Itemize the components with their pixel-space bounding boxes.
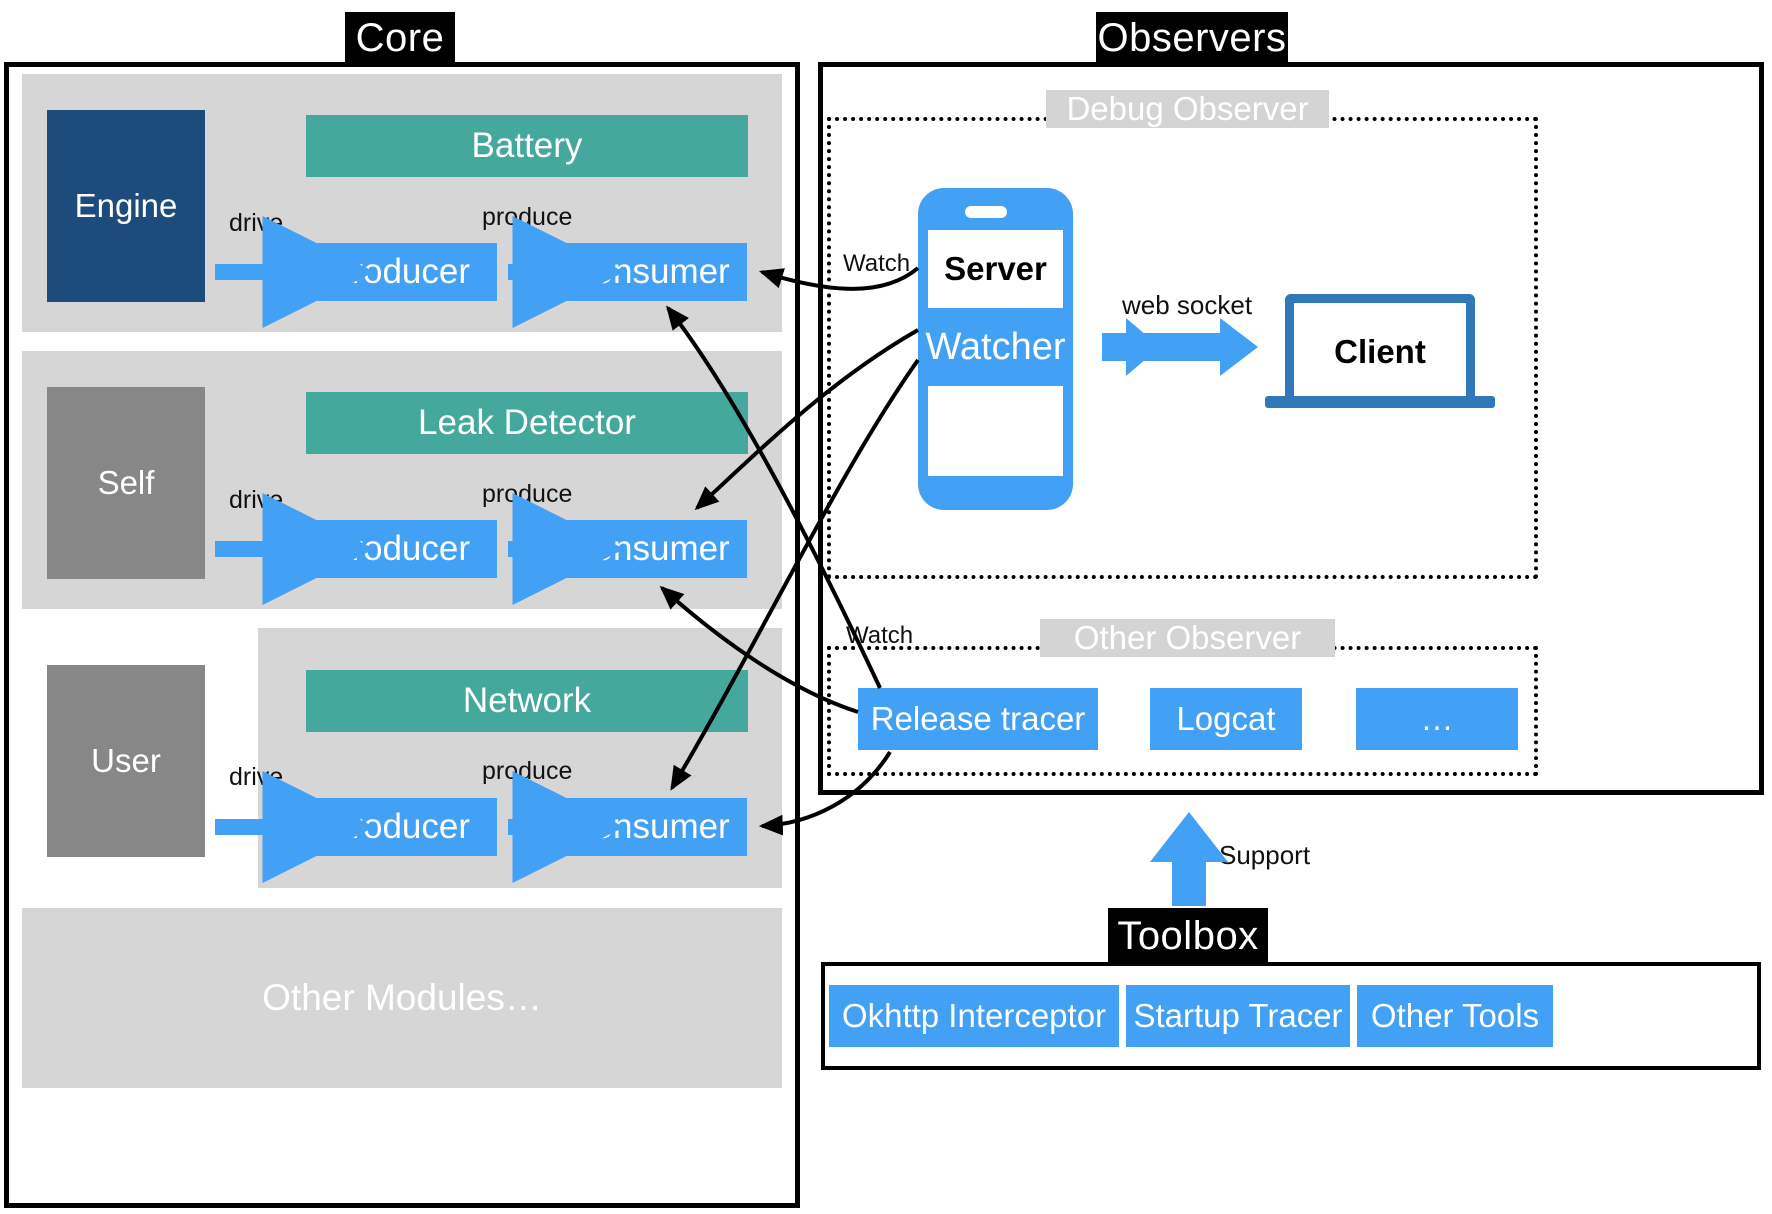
watch-label-bottom: Watch	[846, 622, 914, 649]
other-observer-item-logcat[interactable]: Logcat	[1150, 688, 1302, 750]
other-observer-tag-label: Other Observer	[1073, 619, 1302, 656]
client-label: Client	[1334, 332, 1426, 370]
drive-label-network: drive	[229, 763, 284, 791]
actor-self-label: Self	[97, 464, 155, 501]
other-observer-item-more[interactable]: …	[1356, 688, 1518, 750]
laptop-screen: Client	[1285, 294, 1475, 400]
producer-network: Producer	[301, 798, 497, 856]
producer-battery-label: Producer	[327, 252, 471, 291]
produce-label-leak: produce	[482, 480, 573, 508]
phone-cell-watcher: Watcher	[925, 316, 1066, 378]
phone-server-label: Server	[944, 250, 1047, 287]
module-battery: Battery	[306, 115, 748, 177]
phone-watcher-label: Watcher	[925, 325, 1066, 368]
toolbox-item-okhttp-interceptor[interactable]: Okhttp Interceptor	[829, 985, 1119, 1047]
watch-label-top: Watch	[843, 250, 911, 277]
consumer-network: Consumer	[551, 798, 747, 856]
web-socket-label: web socket	[1122, 290, 1253, 320]
producer-battery: Producer	[301, 243, 497, 301]
core-panel-tag-label: Core	[355, 15, 445, 60]
module-battery-label: Battery	[471, 126, 583, 165]
producer-leak: Producer	[301, 520, 497, 578]
module-leak-detector: Leak Detector	[306, 392, 748, 454]
consumer-network-label: Consumer	[568, 807, 730, 846]
consumer-battery: Consumer	[551, 243, 747, 301]
module-leak-detector-label: Leak Detector	[418, 403, 636, 442]
produce-label-network: produce	[482, 757, 573, 785]
laptop-base-icon	[1265, 396, 1495, 408]
core-panel-tag: Core	[345, 12, 455, 64]
producer-leak-label: Producer	[327, 529, 471, 568]
toolbox-tag: Toolbox	[1108, 908, 1268, 964]
toolbox-item-startup-tracer[interactable]: Startup Tracer	[1126, 985, 1350, 1047]
observers-panel-tag: Observers	[1096, 12, 1288, 64]
drive-label-leak: drive	[229, 486, 284, 514]
toolbox-tag-label: Toolbox	[1117, 913, 1259, 958]
debug-observer-tag: Debug Observer	[1046, 90, 1329, 128]
other-modules-label: Other Modules…	[262, 977, 542, 1018]
actor-user: User	[47, 665, 205, 857]
phone-cell-server: Server	[928, 230, 1063, 308]
consumer-leak-label: Consumer	[568, 529, 730, 568]
module-network-label: Network	[462, 681, 592, 720]
actor-engine: Engine	[47, 110, 205, 302]
phone-mockup: Server Watcher	[918, 188, 1073, 510]
consumer-leak: Consumer	[551, 520, 747, 578]
support-arrow	[1150, 812, 1228, 906]
actor-self: Self	[47, 387, 205, 579]
other-modules-band: Other Modules…	[22, 908, 782, 1088]
consumer-battery-label: Consumer	[568, 252, 730, 291]
produce-label-battery: produce	[482, 203, 573, 231]
phone-speaker-icon	[965, 206, 1007, 218]
drive-label-battery: drive	[229, 209, 284, 237]
other-observer-tag: Other Observer	[1040, 619, 1335, 657]
observers-panel-tag-label: Observers	[1097, 15, 1287, 60]
diagram-canvas: Core Engine Battery drive produce Produc…	[0, 0, 1772, 1214]
debug-observer-tag-label: Debug Observer	[1066, 90, 1309, 127]
phone-cell-empty	[928, 386, 1063, 476]
module-network: Network	[306, 670, 748, 732]
actor-engine-label: Engine	[74, 187, 178, 224]
actor-user-label: User	[91, 742, 161, 779]
producer-network-label: Producer	[327, 807, 471, 846]
other-observer-item-release-tracer[interactable]: Release tracer	[858, 688, 1098, 750]
support-label: Support	[1219, 840, 1311, 870]
toolbox-item-other-tools[interactable]: Other Tools	[1357, 985, 1553, 1047]
